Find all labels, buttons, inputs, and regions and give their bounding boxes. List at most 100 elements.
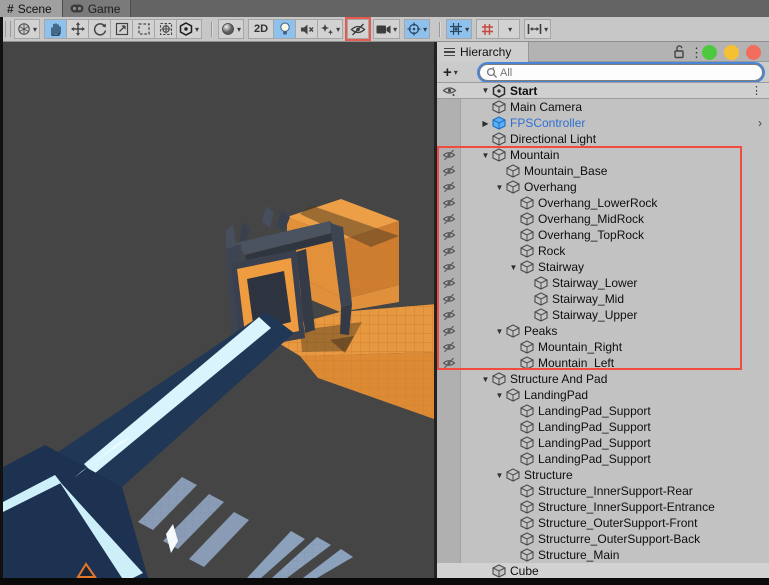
search-input[interactable] xyxy=(498,65,728,80)
audio-toggle-button[interactable] xyxy=(295,19,318,39)
twisty-expanded-icon[interactable]: ▼ xyxy=(479,375,492,384)
hand-tool-button[interactable] xyxy=(44,19,67,39)
visibility-toggle-cell[interactable] xyxy=(437,341,461,353)
hierarchy-item-mountain-right[interactable]: Mountain_Right xyxy=(437,339,769,355)
twisty-expanded-icon[interactable]: ▼ xyxy=(493,183,506,192)
visibility-toggle-cell[interactable] xyxy=(437,277,461,289)
hierarchy-item-landingpad-support[interactable]: LandingPad_Support xyxy=(437,403,769,419)
pane-divider[interactable] xyxy=(434,42,437,578)
object-icon-wrap xyxy=(520,228,534,242)
scene-options-icon[interactable]: ⋮ xyxy=(751,84,762,97)
visibility-toggle-cell[interactable] xyxy=(437,245,461,257)
available-tools-button[interactable]: ▾ xyxy=(176,19,203,39)
hierarchy-item-stairway[interactable]: ▼ Stairway xyxy=(437,259,769,275)
hierarchy-item-fpscontroller[interactable]: ▶ FPSController › xyxy=(437,115,769,131)
hierarchy-item-structure-outersupport-front[interactable]: Structure_OuterSupport-Front xyxy=(437,515,769,531)
hierarchy-item-structurre-outersupport-back[interactable]: Structurre_OuterSupport-Back xyxy=(437,531,769,547)
scene-header-row[interactable]: ▼ Start ⋮ xyxy=(437,82,769,99)
hierarchy-item-stairway-mid[interactable]: Stairway_Mid xyxy=(437,291,769,307)
hierarchy-item-structure[interactable]: ▼ Structure xyxy=(437,467,769,483)
rect-tool-button[interactable] xyxy=(132,19,155,39)
scene-visibility-cell[interactable] xyxy=(437,85,461,97)
traffic-red-button[interactable] xyxy=(746,45,761,60)
hierarchy-item-directional-light[interactable]: Directional Light xyxy=(437,131,769,147)
visibility-toggle-cell[interactable] xyxy=(437,325,461,337)
hierarchy-item-structure-and-pad[interactable]: ▼ Structure And Pad xyxy=(437,371,769,387)
hierarchy-toolbar: + ▾ xyxy=(437,62,769,83)
scale-tool-button[interactable] xyxy=(110,19,133,39)
hierarchy-item-structure-main[interactable]: Structure_Main xyxy=(437,547,769,563)
tab-scene[interactable]: # Scene xyxy=(0,0,63,17)
snap-toggle-button[interactable] xyxy=(476,19,499,39)
visibility-toggle-cell[interactable] xyxy=(437,149,461,161)
camera-settings-button[interactable]: ▾ xyxy=(373,19,401,39)
hierarchy-item-landingpad[interactable]: ▼ LandingPad xyxy=(437,387,769,403)
shading-mode-button[interactable]: ▾ xyxy=(218,19,245,39)
traffic-green-button[interactable] xyxy=(702,45,717,60)
twisty-expanded-icon[interactable]: ▼ xyxy=(479,86,492,95)
hierarchy-item-landingpad-support[interactable]: LandingPad_Support xyxy=(437,435,769,451)
twisty-expanded-icon[interactable]: ▼ xyxy=(479,151,492,160)
hierarchy-item-overhang-toprock[interactable]: Overhang_TopRock xyxy=(437,227,769,243)
transform-tool-button[interactable] xyxy=(154,19,177,39)
twisty-expanded-icon[interactable]: ▼ xyxy=(493,391,506,400)
traffic-yellow-button[interactable] xyxy=(724,45,739,60)
visibility-toggle-cell[interactable] xyxy=(437,293,461,305)
hierarchy-item-landingpad-support[interactable]: LandingPad_Support xyxy=(437,419,769,435)
rotate-tool-button[interactable] xyxy=(88,19,111,39)
scene-toolbar: ▾ ▾ ▾ 2D ▾ ▾ ▾ ▾ ▾ ▾ xyxy=(0,17,769,42)
object-icon-wrap xyxy=(520,244,534,258)
twisty-expanded-icon[interactable]: ▼ xyxy=(493,471,506,480)
tab-game[interactable]: Game xyxy=(62,0,132,17)
search-field[interactable] xyxy=(479,64,763,81)
effects-toggle-button[interactable]: ▾ xyxy=(317,19,344,39)
unlock-icon[interactable] xyxy=(673,44,685,59)
hierarchy-item-main-camera[interactable]: Main Camera xyxy=(437,99,769,115)
lighting-toggle-button[interactable] xyxy=(273,19,296,39)
cube-icon xyxy=(506,468,520,482)
create-object-button[interactable]: + ▾ xyxy=(443,65,458,80)
hierarchy-item-stairway-upper[interactable]: Stairway_Upper xyxy=(437,307,769,323)
light-bulb-icon xyxy=(279,22,290,35)
visibility-toggle-cell[interactable] xyxy=(437,309,461,321)
hierarchy-item-overhang-lowerrock[interactable]: Overhang_LowerRock xyxy=(437,195,769,211)
twisty-expanded-icon[interactable]: ▼ xyxy=(493,327,506,336)
hierarchy-item-mountain[interactable]: ▼ Mountain xyxy=(437,147,769,163)
hierarchy-item-structure-innersupport-rear[interactable]: Structure_InnerSupport-Rear xyxy=(437,483,769,499)
hierarchy-item-overhang[interactable]: ▼ Overhang xyxy=(437,179,769,195)
twisty-expanded-icon[interactable]: ▼ xyxy=(507,263,520,272)
scene-viewport[interactable] xyxy=(3,42,434,578)
view-gizmo-button[interactable]: ▾ xyxy=(14,19,41,39)
hierarchy-item-landingpad-support[interactable]: LandingPad_Support xyxy=(437,451,769,467)
object-icon-wrap xyxy=(520,484,534,498)
visibility-toggle-cell[interactable] xyxy=(437,181,461,193)
visibility-toggle-cell[interactable] xyxy=(437,229,461,241)
hierarchy-item-mountain-base[interactable]: Mountain_Base xyxy=(437,163,769,179)
visibility-toggle-cell[interactable] xyxy=(437,213,461,225)
object-label: Mountain_Left xyxy=(538,356,615,370)
visibility-toggle-cell[interactable] xyxy=(437,165,461,177)
hierarchy-item-structure-innersupport-entrance[interactable]: Structure_InnerSupport-Entrance xyxy=(437,499,769,515)
eye-hidden-icon xyxy=(442,293,456,305)
hierarchy-item-stairway-lower[interactable]: Stairway_Lower xyxy=(437,275,769,291)
hierarchy-item-mountain-left[interactable]: Mountain_Left xyxy=(437,355,769,371)
toolbar-grip[interactable] xyxy=(5,21,11,37)
gizmos-toggle-button[interactable]: ▾ xyxy=(404,19,431,39)
grid-visibility-button[interactable]: ▾ xyxy=(446,19,473,39)
snap-increment-button[interactable]: ▾ xyxy=(524,19,552,39)
visibility-toggle-cell[interactable] xyxy=(437,261,461,273)
visibility-toggle-cell[interactable] xyxy=(437,197,461,209)
snap-toggle-dd-button[interactable]: ▾ xyxy=(498,19,521,39)
hierarchy-item-rock[interactable]: Rock xyxy=(437,243,769,259)
hierarchy-item-overhang-midrock[interactable]: Overhang_MidRock xyxy=(437,211,769,227)
2d-toggle-button[interactable]: 2D xyxy=(248,19,274,39)
hierarchy-item-peaks[interactable]: ▼ Peaks xyxy=(437,323,769,339)
prefab-open-chevron-icon[interactable]: › xyxy=(758,116,762,130)
hierarchy-item-cube[interactable]: Cube xyxy=(437,563,769,579)
gamepad-icon xyxy=(70,4,84,13)
scene-visibility-button[interactable] xyxy=(347,19,370,39)
tab-hierarchy[interactable]: Hierarchy xyxy=(437,42,529,62)
twisty-collapsed-icon[interactable]: ▶ xyxy=(479,119,492,128)
move-tool-button[interactable] xyxy=(66,19,89,39)
visibility-toggle-cell[interactable] xyxy=(437,357,461,369)
